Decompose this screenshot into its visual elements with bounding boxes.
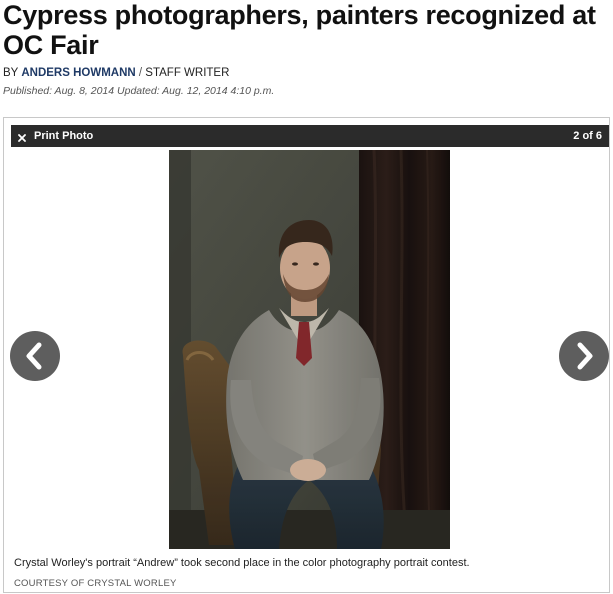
gallery-photo [169,150,450,549]
byline: BY ANDERS HOWMANN / STAFF WRITER [3,66,229,80]
print-photo-label: Print Photo [34,130,94,142]
close-x-icon [18,132,26,142]
author-link[interactable]: ANDERS HOWMANN [21,67,135,79]
photo-gallery: Print Photo 2 of 6 Crystal Worley's port… [3,117,610,593]
byline-separator: / [135,67,146,79]
author-role: STAFF WRITER [145,67,230,79]
photo-caption: Crystal Worley's portrait “Andrew” took … [14,557,470,569]
gallery-toolbar: Print Photo 2 of 6 [11,125,609,147]
chevron-right-icon [577,342,593,370]
previous-photo-button[interactable] [10,331,60,381]
photo-credit: COURTESY OF CRYSTAL WORLEY [14,578,177,589]
photo-counter: 2 of 6 [573,129,602,143]
photo-counter-text: 2 of 6 [573,130,602,142]
article-headline: Cypress photographers, painters recogniz… [3,0,596,60]
chevron-left-icon [26,342,42,370]
print-photo-button[interactable]: Print Photo [18,129,93,143]
byline-prefix: BY [3,67,22,79]
publish-dateline: Published: Aug. 8, 2014 Updated: Aug. 12… [3,85,275,97]
next-photo-button[interactable] [559,331,609,381]
